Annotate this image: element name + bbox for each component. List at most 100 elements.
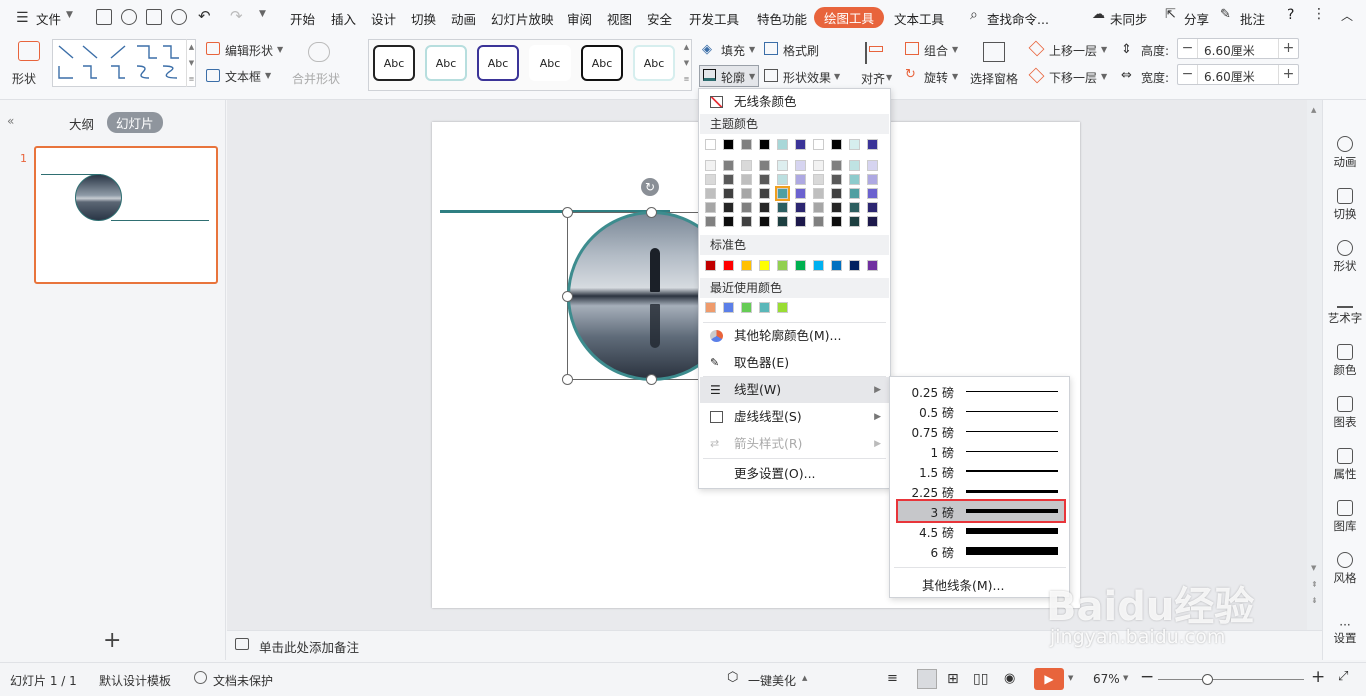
resize-handle-ml[interactable]: [562, 291, 573, 302]
tab-drawing-tools[interactable]: 绘图工具: [814, 7, 885, 28]
standard-color-swatch[interactable]: [777, 260, 788, 271]
theme-shade-swatch[interactable]: [795, 202, 806, 213]
tab-slides[interactable]: 幻灯片: [107, 112, 163, 133]
standard-color-swatch[interactable]: [759, 260, 770, 271]
theme-shade-swatch[interactable]: [849, 216, 860, 227]
shape-icon[interactable]: [18, 41, 40, 61]
rotate-handle-icon[interactable]: ↻: [641, 178, 659, 196]
theme-shade-swatch[interactable]: [759, 174, 770, 185]
add-slide-button[interactable]: +: [103, 628, 121, 653]
align-button[interactable]: 对齐: [861, 70, 885, 87]
zoom-out-button[interactable]: −: [1140, 667, 1154, 687]
height-increment-button[interactable]: +: [1278, 39, 1298, 58]
group-button[interactable]: 组合: [924, 42, 948, 59]
chevron-down-icon[interactable]: ▼: [1101, 72, 1107, 81]
width-value[interactable]: 6.60厘米: [1204, 68, 1255, 85]
chevron-down-icon[interactable]: ▼: [749, 72, 755, 81]
theme-shade-swatch[interactable]: [867, 202, 878, 213]
zoom-slider-thumb[interactable]: [1202, 674, 1213, 685]
tab-security[interactable]: 安全: [647, 9, 672, 28]
template-name[interactable]: 默认设计模板: [99, 672, 171, 689]
textbox-button[interactable]: 文本框: [225, 68, 261, 85]
recent-color-swatch[interactable]: [705, 302, 716, 313]
theme-shade-swatch[interactable]: [741, 188, 752, 199]
gallery-scroll[interactable]: ▲ ▼ ≡: [186, 39, 196, 87]
notes-placeholder[interactable]: 单击此处添加备注: [259, 637, 359, 656]
shape-effect-button[interactable]: 形状效果: [783, 69, 831, 86]
theme-shade-swatch[interactable]: [831, 160, 842, 171]
tab-start[interactable]: 开始: [290, 9, 315, 28]
more-outline-colors-item[interactable]: 其他轮廓颜色(M)...: [700, 323, 889, 349]
recent-color-swatch[interactable]: [723, 302, 734, 313]
chevron-down-icon[interactable]: ▼: [265, 71, 271, 80]
style-swatch-1[interactable]: Abc: [373, 45, 415, 81]
tab-transition[interactable]: 切换: [411, 9, 436, 28]
line-weight-option[interactable]: 4.5 磅: [898, 521, 1064, 541]
line-weight-option[interactable]: 0.75 磅: [898, 421, 1064, 441]
notes-toggle-icon[interactable]: ≡: [887, 671, 898, 686]
tab-review[interactable]: 审阅: [567, 9, 592, 28]
beautify-icon[interactable]: ⬡: [727, 670, 738, 685]
edit-shape-button[interactable]: 编辑形状: [225, 42, 273, 59]
theme-shade-swatch[interactable]: [849, 160, 860, 171]
theme-shade-swatch[interactable]: [775, 186, 790, 201]
resize-handle-tl[interactable]: [562, 207, 573, 218]
comment-icon[interactable]: ✎: [1220, 7, 1231, 22]
chevron-up-icon[interactable]: ▲: [802, 674, 807, 682]
chevron-down-icon[interactable]: ▼: [749, 45, 755, 54]
line-type-item[interactable]: ☰ 线型(W) ▶: [700, 377, 889, 403]
sidebar-item-wordart[interactable]: 艺术字: [1323, 292, 1366, 326]
width-input[interactable]: − 6.60厘米 +: [1177, 64, 1299, 85]
dash-type-item[interactable]: 虚线线型(S) ▶: [700, 404, 889, 430]
sidebar-item-settings[interactable]: ··· 设置: [1323, 619, 1366, 646]
tab-text-tools[interactable]: 文本工具: [894, 9, 944, 28]
line-weight-option[interactable]: 6 磅: [898, 541, 1064, 561]
fill-button[interactable]: 填充: [721, 42, 745, 59]
fill-icon[interactable]: ◈: [702, 42, 712, 57]
theme-shade-swatch[interactable]: [723, 202, 734, 213]
prev-slide-icon[interactable]: ⇞: [1311, 580, 1318, 589]
beautify-button[interactable]: 一键美化: [748, 672, 796, 689]
line-weight-option[interactable]: 1 磅: [898, 441, 1064, 461]
theme-shade-swatch[interactable]: [741, 174, 752, 185]
width-decrement-button[interactable]: −: [1178, 65, 1198, 84]
theme-shade-swatch[interactable]: [813, 188, 824, 199]
send-backward-button[interactable]: 下移一层: [1049, 69, 1097, 86]
tab-animation[interactable]: 动画: [451, 9, 476, 28]
theme-shade-swatch[interactable]: [777, 202, 788, 213]
format-painter-button[interactable]: 格式刷: [783, 42, 819, 59]
resize-handle-tc[interactable]: [646, 207, 657, 218]
standard-color-swatch[interactable]: [831, 260, 842, 271]
search-icon[interactable]: ⌕: [970, 7, 978, 23]
theme-color-swatch[interactable]: [777, 139, 788, 150]
recent-color-swatch[interactable]: [759, 302, 770, 313]
bring-forward-button[interactable]: 上移一层: [1049, 42, 1097, 59]
tab-view[interactable]: 视图: [607, 9, 632, 28]
theme-shade-swatch[interactable]: [705, 188, 716, 199]
tab-developer[interactable]: 开发工具: [689, 9, 739, 28]
theme-shade-swatch[interactable]: [759, 216, 770, 227]
send-backward-icon[interactable]: [1028, 67, 1045, 84]
slide-thumbnail[interactable]: [34, 146, 218, 284]
slide-sorter-icon[interactable]: ⊞: [947, 671, 959, 687]
sidebar-item-style[interactable]: 风格: [1323, 552, 1366, 586]
more-settings-item[interactable]: 更多设置(O)...: [700, 461, 889, 487]
theme-shade-swatch[interactable]: [723, 160, 734, 171]
theme-shade-swatch[interactable]: [867, 188, 878, 199]
standard-color-swatch[interactable]: [741, 260, 752, 271]
print-icon[interactable]: [146, 9, 162, 25]
theme-color-swatch[interactable]: [867, 139, 878, 150]
theme-shade-swatch[interactable]: [849, 202, 860, 213]
height-input[interactable]: − 6.60厘米 +: [1177, 38, 1299, 59]
protection-status[interactable]: 文档未保护: [213, 672, 273, 689]
search-command[interactable]: 查找命令...: [987, 9, 1049, 28]
tab-features[interactable]: 特色功能: [757, 9, 807, 28]
theme-shade-swatch[interactable]: [759, 160, 770, 171]
share-button[interactable]: 分享: [1184, 9, 1209, 28]
textbox-icon[interactable]: [206, 69, 220, 82]
theme-shade-swatch[interactable]: [777, 174, 788, 185]
chevron-down-icon[interactable]: ▼: [834, 72, 840, 81]
theme-shade-swatch[interactable]: [705, 216, 716, 227]
resize-handle-bc[interactable]: [646, 374, 657, 385]
theme-shade-swatch[interactable]: [777, 216, 788, 227]
